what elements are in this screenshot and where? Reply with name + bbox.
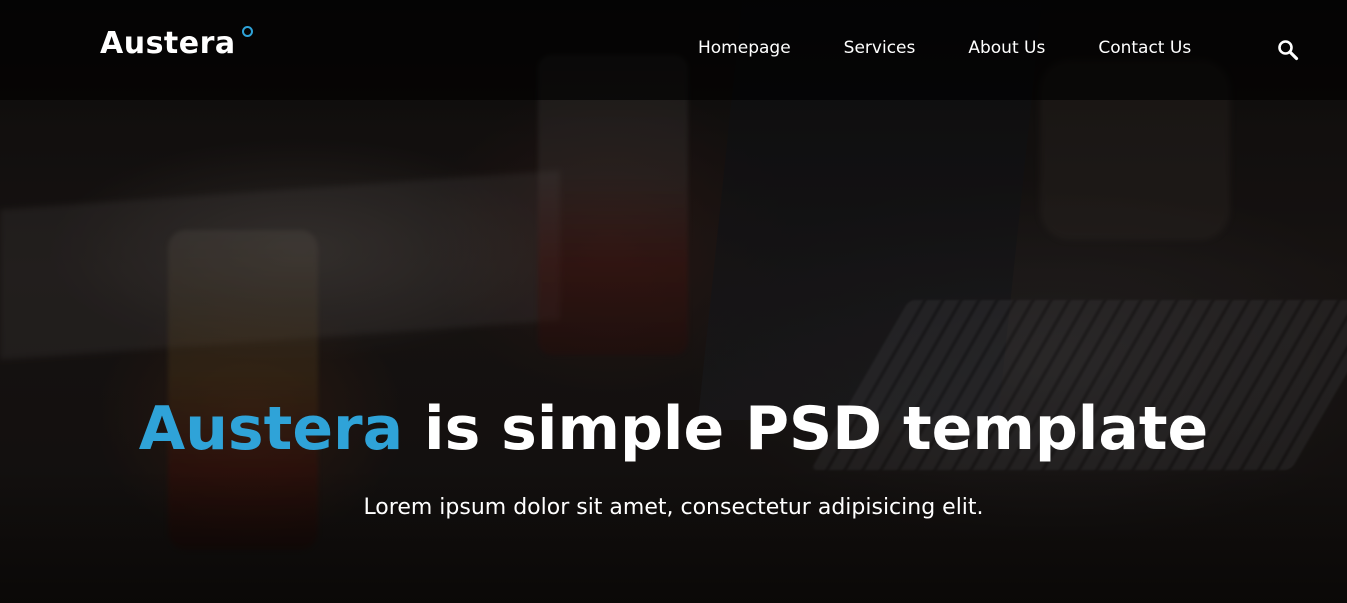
hero-headline: Austera is simple PSD template <box>0 385 1347 473</box>
nav-item-contact-us[interactable]: Contact Us <box>1098 36 1191 60</box>
hero-subtitle: Lorem ipsum dolor sit amet, consectetur … <box>363 495 984 520</box>
headline-text: is simple PSD template <box>403 394 1209 464</box>
nav-item-homepage[interactable]: Homepage <box>698 36 791 60</box>
search-icon[interactable] <box>1276 38 1300 62</box>
logo-circle-icon <box>242 26 253 37</box>
hero-section: Austera Homepage Services About Us Conta… <box>0 0 1347 603</box>
headline-accent: Austera <box>138 394 404 464</box>
brand-logo[interactable]: Austera <box>100 24 236 64</box>
nav-item-about-us[interactable]: About Us <box>968 36 1045 60</box>
top-navbar: Austera Homepage Services About Us Conta… <box>0 0 1347 100</box>
nav-item-services[interactable]: Services <box>844 36 916 60</box>
main-nav: Homepage Services About Us Contact Us <box>698 36 1191 60</box>
